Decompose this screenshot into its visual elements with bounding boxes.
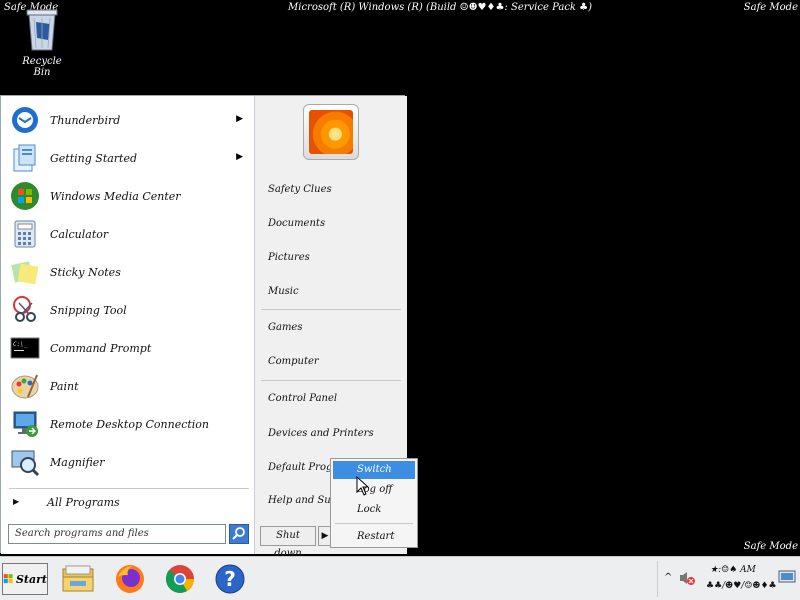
menu-item-log-off[interactable]: Log off xyxy=(333,481,415,499)
program-label: Paint xyxy=(50,379,79,393)
link-pictures[interactable]: Pictures xyxy=(268,252,310,263)
command-prompt-icon: C:\_ xyxy=(9,332,41,364)
taskbar-firefox[interactable] xyxy=(110,560,150,598)
windows-logo-icon xyxy=(3,574,13,584)
link-games[interactable]: Games xyxy=(268,322,302,333)
program-label: Magnifier xyxy=(50,455,105,469)
mouse-cursor-icon xyxy=(356,476,370,496)
submenu-arrow-icon: ▶ xyxy=(236,114,243,124)
program-label: Snipping Tool xyxy=(50,303,127,317)
getting-started-icon xyxy=(9,142,41,174)
program-windows-media-center[interactable]: Windows Media Center xyxy=(9,179,249,213)
taskbar-chrome[interactable] xyxy=(160,560,200,598)
chrome-icon xyxy=(165,565,194,593)
paint-icon xyxy=(9,370,41,402)
sticky-notes-icon xyxy=(9,256,41,288)
menu-item-lock[interactable]: Lock xyxy=(333,501,415,519)
program-label: Thunderbird xyxy=(50,113,121,127)
svg-text:C:\_: C:\_ xyxy=(13,341,28,348)
program-remote-desktop-connection[interactable]: Remote Desktop Connection xyxy=(9,407,249,441)
start-button[interactable]: Start xyxy=(2,563,48,595)
menu-separator xyxy=(335,523,413,524)
user-account-picture[interactable] xyxy=(303,104,359,160)
links-separator xyxy=(261,380,401,381)
all-programs-arrow-icon: ▶ xyxy=(13,497,20,506)
calculator-icon xyxy=(9,218,41,250)
program-label: Calculator xyxy=(50,227,109,241)
all-programs-button[interactable]: ▶ All Programs xyxy=(9,494,249,512)
clock-time[interactable]: ★:☺♠ AM xyxy=(710,565,756,575)
shutdown-button[interactable]: Shut down xyxy=(260,526,316,559)
safe-mode-label-top-right: Safe Mode xyxy=(743,2,798,13)
remote-desktop-icon xyxy=(9,408,41,440)
explorer-icon xyxy=(62,565,94,592)
programs-separator xyxy=(9,488,249,489)
link-control-panel[interactable]: Control Panel xyxy=(268,393,337,404)
menu-item-restart[interactable]: Restart xyxy=(333,528,415,546)
search-input[interactable]: Search programs and files xyxy=(8,524,226,544)
search-button[interactable] xyxy=(229,524,249,544)
flower-avatar-icon xyxy=(309,110,353,154)
search-icon xyxy=(232,527,245,540)
program-label: Sticky Notes xyxy=(50,265,121,279)
all-programs-label: All Programs xyxy=(47,496,120,509)
thunderbird-icon xyxy=(9,104,41,136)
program-command-prompt[interactable]: C:\_ Command Prompt xyxy=(9,331,249,365)
program-calculator[interactable]: Calculator xyxy=(9,217,249,251)
submenu-arrow-icon: ▶ xyxy=(236,152,243,162)
program-label: Remote Desktop Connection xyxy=(50,417,210,431)
program-snipping-tool[interactable]: Snipping Tool xyxy=(9,293,249,327)
taskbar-help[interactable]: ? xyxy=(210,560,250,598)
recycle-bin-shortcut[interactable]: Recycle Bin xyxy=(14,6,70,78)
start-menu-programs-pane: Thunderbird ▶ Getting Started ▶ Windows … xyxy=(1,96,254,554)
links-separator xyxy=(261,309,401,310)
recycle-bin-label: Recycle Bin xyxy=(22,56,62,78)
link-computer[interactable]: Computer xyxy=(268,356,319,367)
volume-muted-icon[interactable] xyxy=(678,570,696,586)
clock-date[interactable]: ♣♣/☻♥/☺☻♦♣ xyxy=(706,581,777,591)
program-label: Command Prompt xyxy=(50,341,152,355)
safe-mode-label-bottom-right: Safe Mode xyxy=(743,541,798,552)
system-tray: ^ ★:☺♠ AM ♣♣/☻♥/☺☻♦♣ xyxy=(657,561,800,597)
media-center-icon xyxy=(9,180,41,212)
taskbar: Start ? ^ ★:☺♠ AM ♣♣/☻♥/☺☻♦♣ xyxy=(0,556,800,600)
firefox-icon xyxy=(116,565,144,593)
recycle-bin-icon xyxy=(26,9,58,51)
program-sticky-notes[interactable]: Sticky Notes xyxy=(9,255,249,289)
show-hidden-icons-button[interactable]: ^ xyxy=(664,572,672,583)
show-desktop-icon[interactable] xyxy=(778,569,796,585)
svg-text:?: ? xyxy=(224,567,236,591)
program-label: Getting Started xyxy=(50,151,138,165)
menu-item-switch-user[interactable]: Switch user xyxy=(333,461,415,493)
help-icon: ? xyxy=(215,564,245,594)
program-magnifier[interactable]: Magnifier xyxy=(9,445,249,479)
build-info-label: Microsoft (R) Windows (R) (Build ☺☻♥♦♣: … xyxy=(288,2,593,13)
start-label: Start xyxy=(15,572,47,586)
magnifier-icon xyxy=(9,446,41,478)
shutdown-options-menu: Switch user Log off Lock Restart xyxy=(330,458,418,548)
link-devices-and-printers[interactable]: Devices and Printers xyxy=(268,428,374,439)
link-music[interactable]: Music xyxy=(268,286,299,297)
snipping-tool-icon xyxy=(9,294,41,326)
program-getting-started[interactable]: Getting Started ▶ xyxy=(9,141,249,175)
taskbar-explorer[interactable] xyxy=(58,560,98,598)
link-user-folder[interactable]: Safety Clues xyxy=(268,184,332,195)
program-paint[interactable]: Paint xyxy=(9,369,249,403)
link-documents[interactable]: Documents xyxy=(268,218,325,229)
program-thunderbird[interactable]: Thunderbird ▶ xyxy=(9,103,249,137)
program-label: Windows Media Center xyxy=(50,189,181,203)
